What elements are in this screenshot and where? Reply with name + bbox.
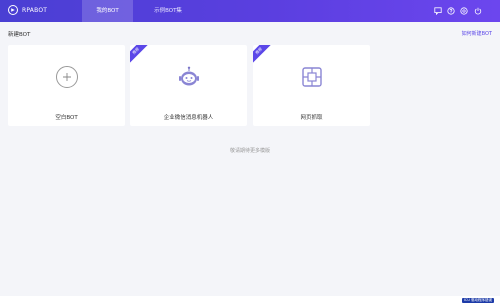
status-chip: ICU 驱动程序错误 [461,298,494,303]
how-to-create-link[interactable]: 如何新建BOT [462,30,492,37]
card-wecom-bot[interactable]: 推荐 企业微信消息机器人 [130,45,247,126]
more-templates-text: 敬请期待更多模版 [229,148,270,154]
page-title: 新建BOT [8,32,31,38]
card-label: 空白BOT [55,115,78,121]
tab-my-bot[interactable]: 我的BOT [82,0,133,22]
plus-icon [55,66,78,88]
logo-text: RPABOT [22,6,48,14]
settings-icon[interactable] [460,7,468,15]
card-label: 企业微信消息机器人 [163,115,214,121]
logo-icon [8,5,18,15]
app-logo[interactable]: RPABOT [8,5,47,15]
power-icon[interactable] [474,7,482,15]
card-blank-bot[interactable]: 空白BOT [8,45,125,126]
help-icon[interactable] [447,7,455,15]
chat-bubble-icon[interactable] [434,7,442,15]
card-label: 网页抓取 [300,115,323,121]
card-web-scrape[interactable]: 推荐 网页抓取 [253,45,370,126]
top-bar: RPABOT 我的BOT 示例BOT集 [0,0,500,22]
bottom-bar [0,296,500,304]
recommend-badge: 推荐 [253,45,276,68]
recommend-badge: 推荐 [130,45,153,68]
robot-icon [178,66,199,86]
web-grab-icon [301,67,322,87]
tab-sample-bots[interactable]: 示例BOT集 [136,0,200,22]
